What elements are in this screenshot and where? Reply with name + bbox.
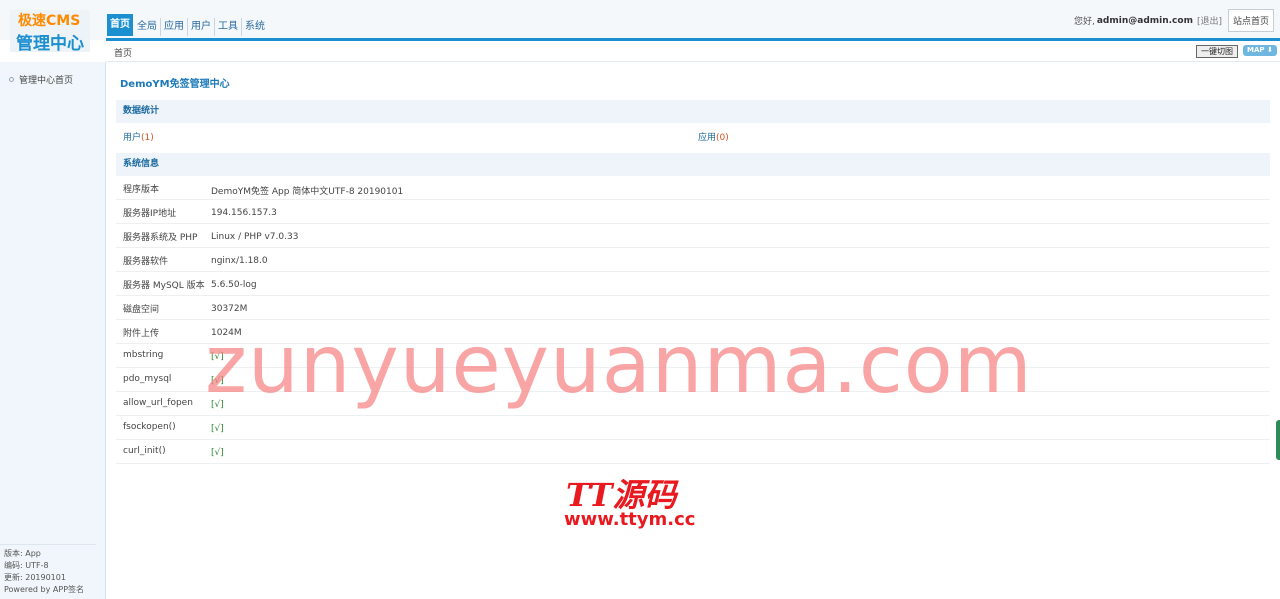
tab-tools[interactable]: 工具 (215, 18, 242, 36)
info-row: 服务器IP地址 194.156.157.3 (116, 200, 1270, 224)
watermark-brand-url: www.ttym.cc (564, 509, 696, 530)
section-sysinfo-header: 系统信息 (116, 153, 1270, 176)
info-key: 服务器系统及 PHP (123, 233, 198, 243)
header: 极速CMS 管理中心 首页 全局 应用 用户 工具 系统 您好, admin@a… (0, 0, 1280, 54)
info-key: mbstring (123, 350, 164, 360)
info-row: 磁盘空间 30372M (116, 296, 1270, 320)
info-key: 服务器软件 (123, 257, 169, 267)
page-title: DemoYM免签管理中心 (120, 79, 230, 90)
top-nav: 首页 全局 应用 用户 工具 系统 (107, 14, 268, 36)
username: admin@admin.com (1096, 15, 1193, 26)
watermark-domain: zunyueyuanma.com (205, 318, 1033, 411)
info-key: 程序版本 (123, 185, 160, 195)
stat-apps-label: 应用 (698, 133, 717, 143)
version-info: 版本: App 编码: UTF-8 更新: 20190101 Powered b… (4, 548, 84, 596)
check-status: [√] (211, 448, 224, 458)
info-value: 30372M (211, 304, 248, 314)
one-click-cut-button[interactable]: 一键切图 (1196, 45, 1238, 58)
info-key: 服务器 MySQL 版本 (123, 281, 205, 291)
info-key: curl_init() (123, 446, 166, 456)
sidebar-item-label: 管理中心首页 (19, 76, 74, 86)
info-key: 附件上传 (123, 329, 160, 339)
info-version: 版本: App (4, 549, 41, 558)
info-key: allow_url_fopen (123, 398, 193, 408)
info-row: fsockopen() [√] (116, 416, 1270, 440)
map-button[interactable]: MAP ⬇ (1243, 45, 1277, 56)
info-row: curl_init() [√] (116, 440, 1270, 464)
check-status: [√] (211, 424, 224, 434)
sidebar-item-admin-home[interactable]: 管理中心首页 (9, 73, 73, 86)
bullet-icon (9, 77, 14, 82)
info-encoding: 编码: UTF-8 (4, 561, 49, 570)
info-value: Linux / PHP v7.0.33 (211, 232, 299, 242)
info-row: 服务器软件 nginx/1.18.0 (116, 248, 1270, 272)
user-bar: 您好, admin@admin.com [退出] 站点首页 (1074, 9, 1274, 32)
stat-users-label: 用户 (123, 133, 142, 143)
breadcrumb-bar: 首页 一键切图 MAP ⬇ (106, 41, 1280, 62)
site-home-button[interactable]: 站点首页 (1227, 9, 1274, 32)
stat-users-count: (1) (141, 133, 154, 143)
section-stats-header: 数据统计 (116, 100, 1270, 123)
logo-line2: 管理中心 (16, 34, 84, 54)
tab-system[interactable]: 系统 (242, 18, 268, 36)
info-row: 程序版本 DemoYM免签 App 简体中文UTF-8 20190101 (116, 176, 1270, 200)
sidebar-divider (0, 544, 96, 545)
tab-home[interactable]: 首页 (107, 14, 133, 36)
greeting: 您好, (1073, 17, 1095, 27)
breadcrumb-home[interactable]: 首页 (114, 46, 132, 59)
logo-line1: 极速CMS (18, 13, 81, 29)
info-key: fsockopen() (123, 422, 176, 432)
info-key: 磁盘空间 (123, 305, 160, 315)
tab-users[interactable]: 用户 (188, 18, 215, 36)
stat-apps-count: (0) (716, 133, 729, 143)
tab-global[interactable]: 全局 (134, 18, 161, 36)
sidebar: 管理中心首页 版本: App 编码: UTF-8 更新: 20190101 Po… (0, 62, 106, 599)
info-value: 5.6.50-log (211, 280, 257, 290)
info-key: pdo_mysql (123, 374, 172, 384)
side-float-tab[interactable] (1276, 420, 1280, 460)
info-value: DemoYM免签 App 简体中文UTF-8 20190101 (211, 187, 404, 197)
info-row: 服务器系统及 PHP Linux / PHP v7.0.33 (116, 224, 1270, 248)
info-row: 服务器 MySQL 版本 5.6.50-log (116, 272, 1270, 296)
info-key: 服务器IP地址 (123, 209, 177, 219)
logo[interactable]: 极速CMS 管理中心 (10, 10, 90, 54)
stat-apps[interactable]: 应用(0) (698, 130, 729, 143)
info-updated: 更新: 20190101 (4, 573, 66, 582)
tab-apps[interactable]: 应用 (161, 18, 188, 36)
stat-users[interactable]: 用户(1) (123, 130, 154, 143)
logout-link[interactable]: [退出] (1197, 14, 1222, 27)
info-value: 194.156.157.3 (211, 208, 277, 218)
info-value: nginx/1.18.0 (211, 256, 268, 266)
info-powered: Powered by APP签名 (4, 585, 85, 594)
